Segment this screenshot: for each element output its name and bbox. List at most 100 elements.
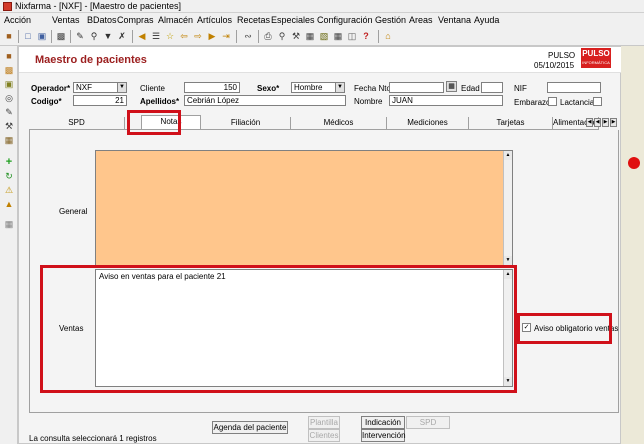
calendar-icon[interactable]: ▧: [318, 30, 330, 42]
record-icon[interactable]: [628, 157, 640, 169]
prev-icon[interactable]: ⇦: [178, 30, 190, 42]
warning-icon[interactable]: ⚠: [3, 184, 15, 196]
cliente-label: Cliente: [140, 84, 165, 93]
sexo-select[interactable]: Hombre ▼: [291, 82, 345, 93]
puzzle-icon[interactable]: ▦: [3, 218, 15, 230]
next-icon[interactable]: ⇨: [192, 30, 204, 42]
menu-compras[interactable]: Compras: [117, 15, 154, 25]
star-icon[interactable]: ☆: [164, 30, 176, 42]
patient-form-panel: Maestro de pacientes PULSO 05/10/2015 PU…: [18, 46, 622, 444]
tab-tarjetas[interactable]: Tarjetas: [469, 117, 553, 129]
chevron-down-icon[interactable]: ▼: [117, 83, 126, 92]
header-band: Maestro de pacientes PULSO 05/10/2015 PU…: [19, 47, 622, 73]
tab-first-icon[interactable]: ◀: [586, 118, 593, 127]
book-icon[interactable]: ▦: [3, 134, 15, 146]
card-icon[interactable]: ▩: [3, 64, 15, 76]
tools2-icon[interactable]: ⚒: [3, 120, 15, 132]
copy-icon[interactable]: ▩: [55, 30, 67, 42]
find-icon[interactable]: ⚲: [88, 30, 100, 42]
menu-bdatos[interactable]: BDatos: [87, 15, 117, 25]
tab-prev-icon[interactable]: ◀: [594, 118, 601, 127]
fecha-nto-input[interactable]: [389, 82, 444, 93]
menu-configuracion[interactable]: Configuración: [317, 15, 373, 25]
tab-mediciones[interactable]: Mediciones: [387, 117, 469, 129]
lock-icon[interactable]: ▲: [3, 198, 15, 210]
codigo-input[interactable]: 21: [73, 95, 127, 106]
exit-icon[interactable]: ■: [3, 30, 15, 42]
menu-accion[interactable]: Acción: [4, 15, 31, 25]
menu-gestion[interactable]: Gestión: [375, 15, 406, 25]
general-label: General: [59, 207, 88, 216]
tab-next-icon[interactable]: ▶: [602, 118, 609, 127]
indicacion-button[interactable]: Indicación: [361, 416, 405, 429]
save-icon[interactable]: ▣: [36, 30, 48, 42]
nif-input[interactable]: [547, 82, 601, 93]
window-title: Nixfarma - [NXF] - [Maestro de pacientes…: [15, 1, 182, 11]
tools-icon[interactable]: ⚒: [290, 30, 302, 42]
plantilla-button[interactable]: Plantilla: [308, 416, 340, 429]
last-record-icon[interactable]: ▶: [206, 30, 218, 42]
highlight-ventas-area: [40, 265, 517, 393]
menu-recetas[interactable]: Recetas: [237, 15, 270, 25]
apellidos-label: Apellidos*: [140, 97, 180, 106]
tab-filiacion[interactable]: Filiación: [201, 117, 291, 129]
intervencion-button[interactable]: Intervención: [361, 429, 406, 442]
scroll-up-icon[interactable]: ▲: [504, 151, 512, 160]
page-title: Maestro de pacientes: [35, 54, 147, 66]
tab-spd[interactable]: SPD: [29, 117, 125, 129]
menu-bar: Acción Ventas BDatos Compras Almacén Art…: [0, 13, 644, 27]
import-icon[interactable]: ⇥: [220, 30, 232, 42]
lactancia-checkbox[interactable]: [593, 97, 602, 106]
home-icon[interactable]: ⌂: [382, 30, 394, 42]
refresh-icon[interactable]: ↻: [3, 170, 15, 182]
help-icon[interactable]: ?: [360, 30, 372, 42]
clientes-button[interactable]: Clientes: [308, 429, 340, 442]
print-icon[interactable]: ⎙: [262, 30, 274, 42]
operador-label: Operador*: [31, 84, 71, 93]
draw-icon[interactable]: ∾: [242, 30, 254, 42]
cliente-input[interactable]: 150: [184, 82, 240, 93]
fecha-nto-label: Fecha Nto: [354, 84, 391, 93]
nombre-label: Nombre: [354, 97, 383, 106]
first-record-icon[interactable]: ◀: [136, 30, 148, 42]
preview-icon[interactable]: ⚲: [276, 30, 288, 42]
cart-icon[interactable]: ◫: [346, 30, 358, 42]
list-icon[interactable]: ☰: [150, 30, 162, 42]
calendar-picker-icon[interactable]: ▦: [446, 81, 457, 92]
grid-icon[interactable]: ▦: [332, 30, 344, 42]
pencil-icon[interactable]: ✎: [3, 106, 15, 118]
menu-almacen[interactable]: Almacén: [158, 15, 193, 25]
menu-ventas[interactable]: Ventas: [52, 15, 80, 25]
clear-icon[interactable]: ✗: [116, 30, 128, 42]
operador-select[interactable]: NXF ▼: [73, 82, 127, 93]
pill-icon[interactable]: ◎: [3, 92, 15, 104]
scroll-down-icon[interactable]: ▼: [504, 256, 512, 265]
general-textarea[interactable]: ▲ ▼: [95, 150, 513, 266]
chevron-down-icon[interactable]: ▼: [335, 83, 344, 92]
add-icon[interactable]: +: [3, 156, 15, 168]
agenda-paciente-button[interactable]: Agenda del paciente: [212, 421, 288, 434]
menu-ventana[interactable]: Ventana: [438, 15, 471, 25]
menu-articulos[interactable]: Artículos: [197, 15, 232, 25]
app-icon: [3, 2, 12, 11]
status-text: La consulta seleccionará 1 registros: [29, 434, 157, 443]
general-scrollbar[interactable]: ▲ ▼: [503, 151, 512, 265]
embarazo-checkbox[interactable]: [548, 97, 557, 106]
menu-ayuda[interactable]: Ayuda: [474, 15, 499, 25]
patients-icon[interactable]: ■: [3, 50, 15, 62]
codigo-label: Codigo*: [31, 97, 62, 106]
edit-icon[interactable]: ✎: [74, 30, 86, 42]
new-icon[interactable]: □: [22, 30, 34, 42]
sexo-label: Sexo*: [257, 84, 280, 93]
apellidos-input[interactable]: Cebrián López: [184, 95, 346, 106]
spd-button[interactable]: SPD: [406, 416, 450, 429]
menu-areas[interactable]: Areas: [409, 15, 433, 25]
filter-icon[interactable]: ▼: [102, 30, 114, 42]
tab-medicos[interactable]: Médicos: [291, 117, 387, 129]
edad-input[interactable]: [481, 82, 503, 93]
basket-icon[interactable]: ▣: [3, 78, 15, 90]
tab-last-icon[interactable]: ▶: [610, 118, 617, 127]
nombre-input[interactable]: JUAN: [389, 95, 503, 106]
menu-especiales[interactable]: Especiales: [271, 15, 315, 25]
calc-icon[interactable]: ▦: [304, 30, 316, 42]
